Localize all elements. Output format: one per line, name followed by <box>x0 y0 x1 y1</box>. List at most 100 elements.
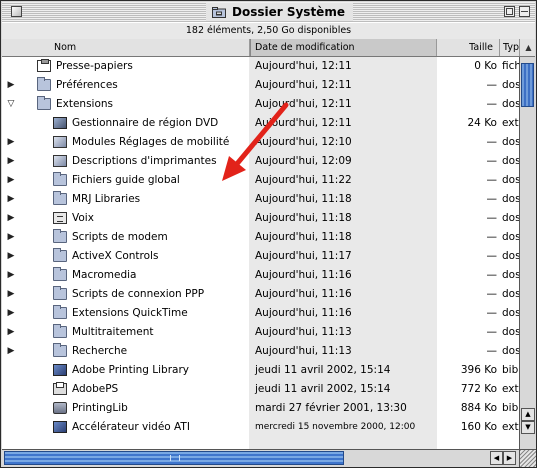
sort-direction-icon[interactable]: ▲ <box>522 39 535 56</box>
control-strip-icon <box>53 117 67 129</box>
list-item[interactable]: ▶ Fichiers guide global Aujourd'hui, 11:22… <box>2 171 519 190</box>
item-name[interactable]: Accélérateur vidéo ATI <box>72 418 190 437</box>
item-date: Aujourd'hui, 11:16 <box>255 288 352 300</box>
item-name[interactable]: Modules Réglages de mobilité <box>72 133 229 152</box>
item-name[interactable]: Presse-papiers <box>56 57 133 76</box>
item-name[interactable]: Multitraitement <box>72 323 154 342</box>
disclosure-triangle-icon[interactable]: ▶ <box>6 285 16 304</box>
item-size: — <box>486 79 498 91</box>
list-item[interactable]: Presse-papiers Aujourd'hui, 12:11 0 Ko fich <box>2 57 519 76</box>
item-date: mardi 27 février 2001, 13:30 <box>255 402 407 414</box>
item-name[interactable]: Recherche <box>72 342 127 361</box>
item-date: mercredi 15 novembre 2000, 12:00 <box>255 422 416 432</box>
zoom-box-icon[interactable] <box>504 6 515 17</box>
item-date: Aujourd'hui, 12:10 <box>255 136 352 148</box>
disclosure-triangle-icon[interactable]: ▶ <box>6 152 16 171</box>
horizontal-scrollbar[interactable]: ◀ ▶ <box>2 449 519 467</box>
item-name[interactable]: Gestionnaire de région DVD <box>72 114 218 133</box>
folder-icon <box>53 286 67 300</box>
list-item[interactable]: ▶ Modules Réglages de mobilité Aujourd'hui… <box>2 133 519 152</box>
disclosure-triangle-icon[interactable]: ▶ <box>6 190 16 209</box>
list-item[interactable]: ▶ Multitraitement Aujourd'hui, 11:13 — doss <box>2 323 519 342</box>
scroll-up-arrow-icon[interactable]: ▲ <box>521 408 535 421</box>
list-item[interactable]: Gestionnaire de région DVD Aujourd'hui, 1… <box>2 114 519 133</box>
list-item[interactable]: ▶ Préférences Aujourd'hui, 12:11 — doss <box>2 76 519 95</box>
item-name[interactable]: Préférences <box>56 76 118 95</box>
item-size: 24 Ko <box>467 117 498 129</box>
item-name[interactable]: Scripts de modem <box>72 228 168 247</box>
printer-folder-icon <box>53 155 67 167</box>
disclosure-triangle-icon[interactable]: ▽ <box>6 95 16 114</box>
list-item[interactable]: Adobe Printing Library jeudi 11 avril 200… <box>2 361 519 380</box>
collapse-box-icon[interactable] <box>519 6 530 17</box>
close-box-icon[interactable] <box>11 6 22 17</box>
item-name[interactable]: Descriptions d'imprimantes <box>72 152 217 171</box>
item-name[interactable]: MRJ Libraries <box>72 190 140 209</box>
folder-icon <box>53 229 67 243</box>
disclosure-triangle-icon[interactable]: ▶ <box>6 247 16 266</box>
item-name[interactable]: ActiveX Controls <box>72 247 158 266</box>
item-size: — <box>486 307 498 319</box>
item-type: exte <box>502 117 519 129</box>
list-item[interactable]: ▶ MRJ Libraries Aujourd'hui, 11:18 — doss <box>2 190 519 209</box>
vertical-scroll-thumb[interactable] <box>521 63 534 107</box>
disclosure-triangle-icon[interactable]: ▶ <box>6 266 16 285</box>
list-item[interactable]: ▶ Extensions QuickTime Aujourd'hui, 11:16 —… <box>2 304 519 323</box>
list-item[interactable]: ▶ Voix Aujourd'hui, 11:18 — doss <box>2 209 519 228</box>
item-name[interactable]: Extensions QuickTime <box>72 304 188 323</box>
vertical-scrollbar[interactable]: ▲ ▼ <box>519 57 536 449</box>
item-name[interactable]: Fichiers guide global <box>72 171 180 190</box>
column-header-name[interactable]: Nom <box>2 39 250 56</box>
disclosure-triangle-icon[interactable]: ▶ <box>6 76 16 95</box>
title-bar[interactable]: Dossier Système <box>2 2 535 22</box>
list-item[interactable]: PrintingLib mardi 27 février 2001, 13:30 8… <box>2 399 519 418</box>
list-item[interactable]: ▶ Recherche Aujourd'hui, 11:13 — doss <box>2 342 519 361</box>
list-item[interactable]: ▶ ActiveX Controls Aujourd'hui, 11:17 — doss <box>2 247 519 266</box>
scroll-down-arrow-icon[interactable]: ▼ <box>521 421 535 434</box>
clipboard-icon <box>37 59 51 72</box>
item-name[interactable]: Macromedia <box>72 266 136 285</box>
list-item[interactable]: ▶ Scripts de connexion PPP Aujourd'hui, 11… <box>2 285 519 304</box>
horizontal-scroll-thumb[interactable] <box>4 451 344 465</box>
list-item[interactable]: ▽ Extensions Aujourd'hui, 12:11 — doss <box>2 95 519 114</box>
scroll-left-arrow-icon[interactable]: ◀ <box>490 451 503 465</box>
column-header-size[interactable]: Taille <box>437 39 500 56</box>
item-type: doss <box>502 193 519 205</box>
disclosure-triangle-icon[interactable]: ▶ <box>6 304 16 323</box>
item-size: 396 Ko <box>460 364 497 376</box>
list-item[interactable]: ▶ Macromedia Aujourd'hui, 11:16 — doss <box>2 266 519 285</box>
list-item[interactable]: Accélérateur vidéo ATI mercredi 15 novemb… <box>2 418 519 437</box>
item-date: Aujourd'hui, 11:18 <box>255 193 352 205</box>
item-name[interactable]: Voix <box>72 209 94 228</box>
list-item[interactable]: ▶ Descriptions d'imprimantes Aujourd'hui, … <box>2 152 519 171</box>
column-header-date[interactable]: Date de modification <box>250 39 437 56</box>
disclosure-triangle-icon[interactable]: ▶ <box>6 323 16 342</box>
item-name[interactable]: Adobe Printing Library <box>72 361 189 380</box>
disclosure-triangle-icon[interactable]: ▶ <box>6 171 16 190</box>
folder-icon <box>53 267 67 281</box>
scroll-right-arrow-icon[interactable]: ▶ <box>503 451 516 465</box>
item-size: — <box>486 326 498 338</box>
item-name[interactable]: Scripts de connexion PPP <box>72 285 204 304</box>
voice-folder-icon <box>53 212 67 224</box>
item-size: — <box>486 345 498 357</box>
item-name[interactable]: PrintingLib <box>72 399 128 418</box>
item-type: fich <box>502 60 519 72</box>
resize-box-icon[interactable] <box>519 449 536 467</box>
list-item[interactable]: ▶ Scripts de modem Aujourd'hui, 11:18 — doss <box>2 228 519 247</box>
disclosure-triangle-icon[interactable]: ▶ <box>6 228 16 247</box>
folder-icon <box>37 77 51 91</box>
item-name[interactable]: AdobePS <box>72 380 118 399</box>
item-size: 884 Ko <box>460 402 497 414</box>
column-header-type[interactable]: Typ <box>500 39 520 56</box>
item-type: doss <box>502 174 519 186</box>
item-type: exte <box>502 383 519 395</box>
item-type: doss <box>502 98 519 110</box>
disclosure-triangle-icon[interactable]: ▶ <box>6 209 16 228</box>
list-item[interactable]: AdobePS jeudi 11 avril 2002, 15:14 772 Ko e… <box>2 380 519 399</box>
item-name[interactable]: Extensions <box>56 95 113 114</box>
modules-folder-icon <box>53 136 67 148</box>
disclosure-triangle-icon[interactable]: ▶ <box>6 133 16 152</box>
item-size: 772 Ko <box>460 383 497 395</box>
disclosure-triangle-icon[interactable]: ▶ <box>6 342 16 361</box>
